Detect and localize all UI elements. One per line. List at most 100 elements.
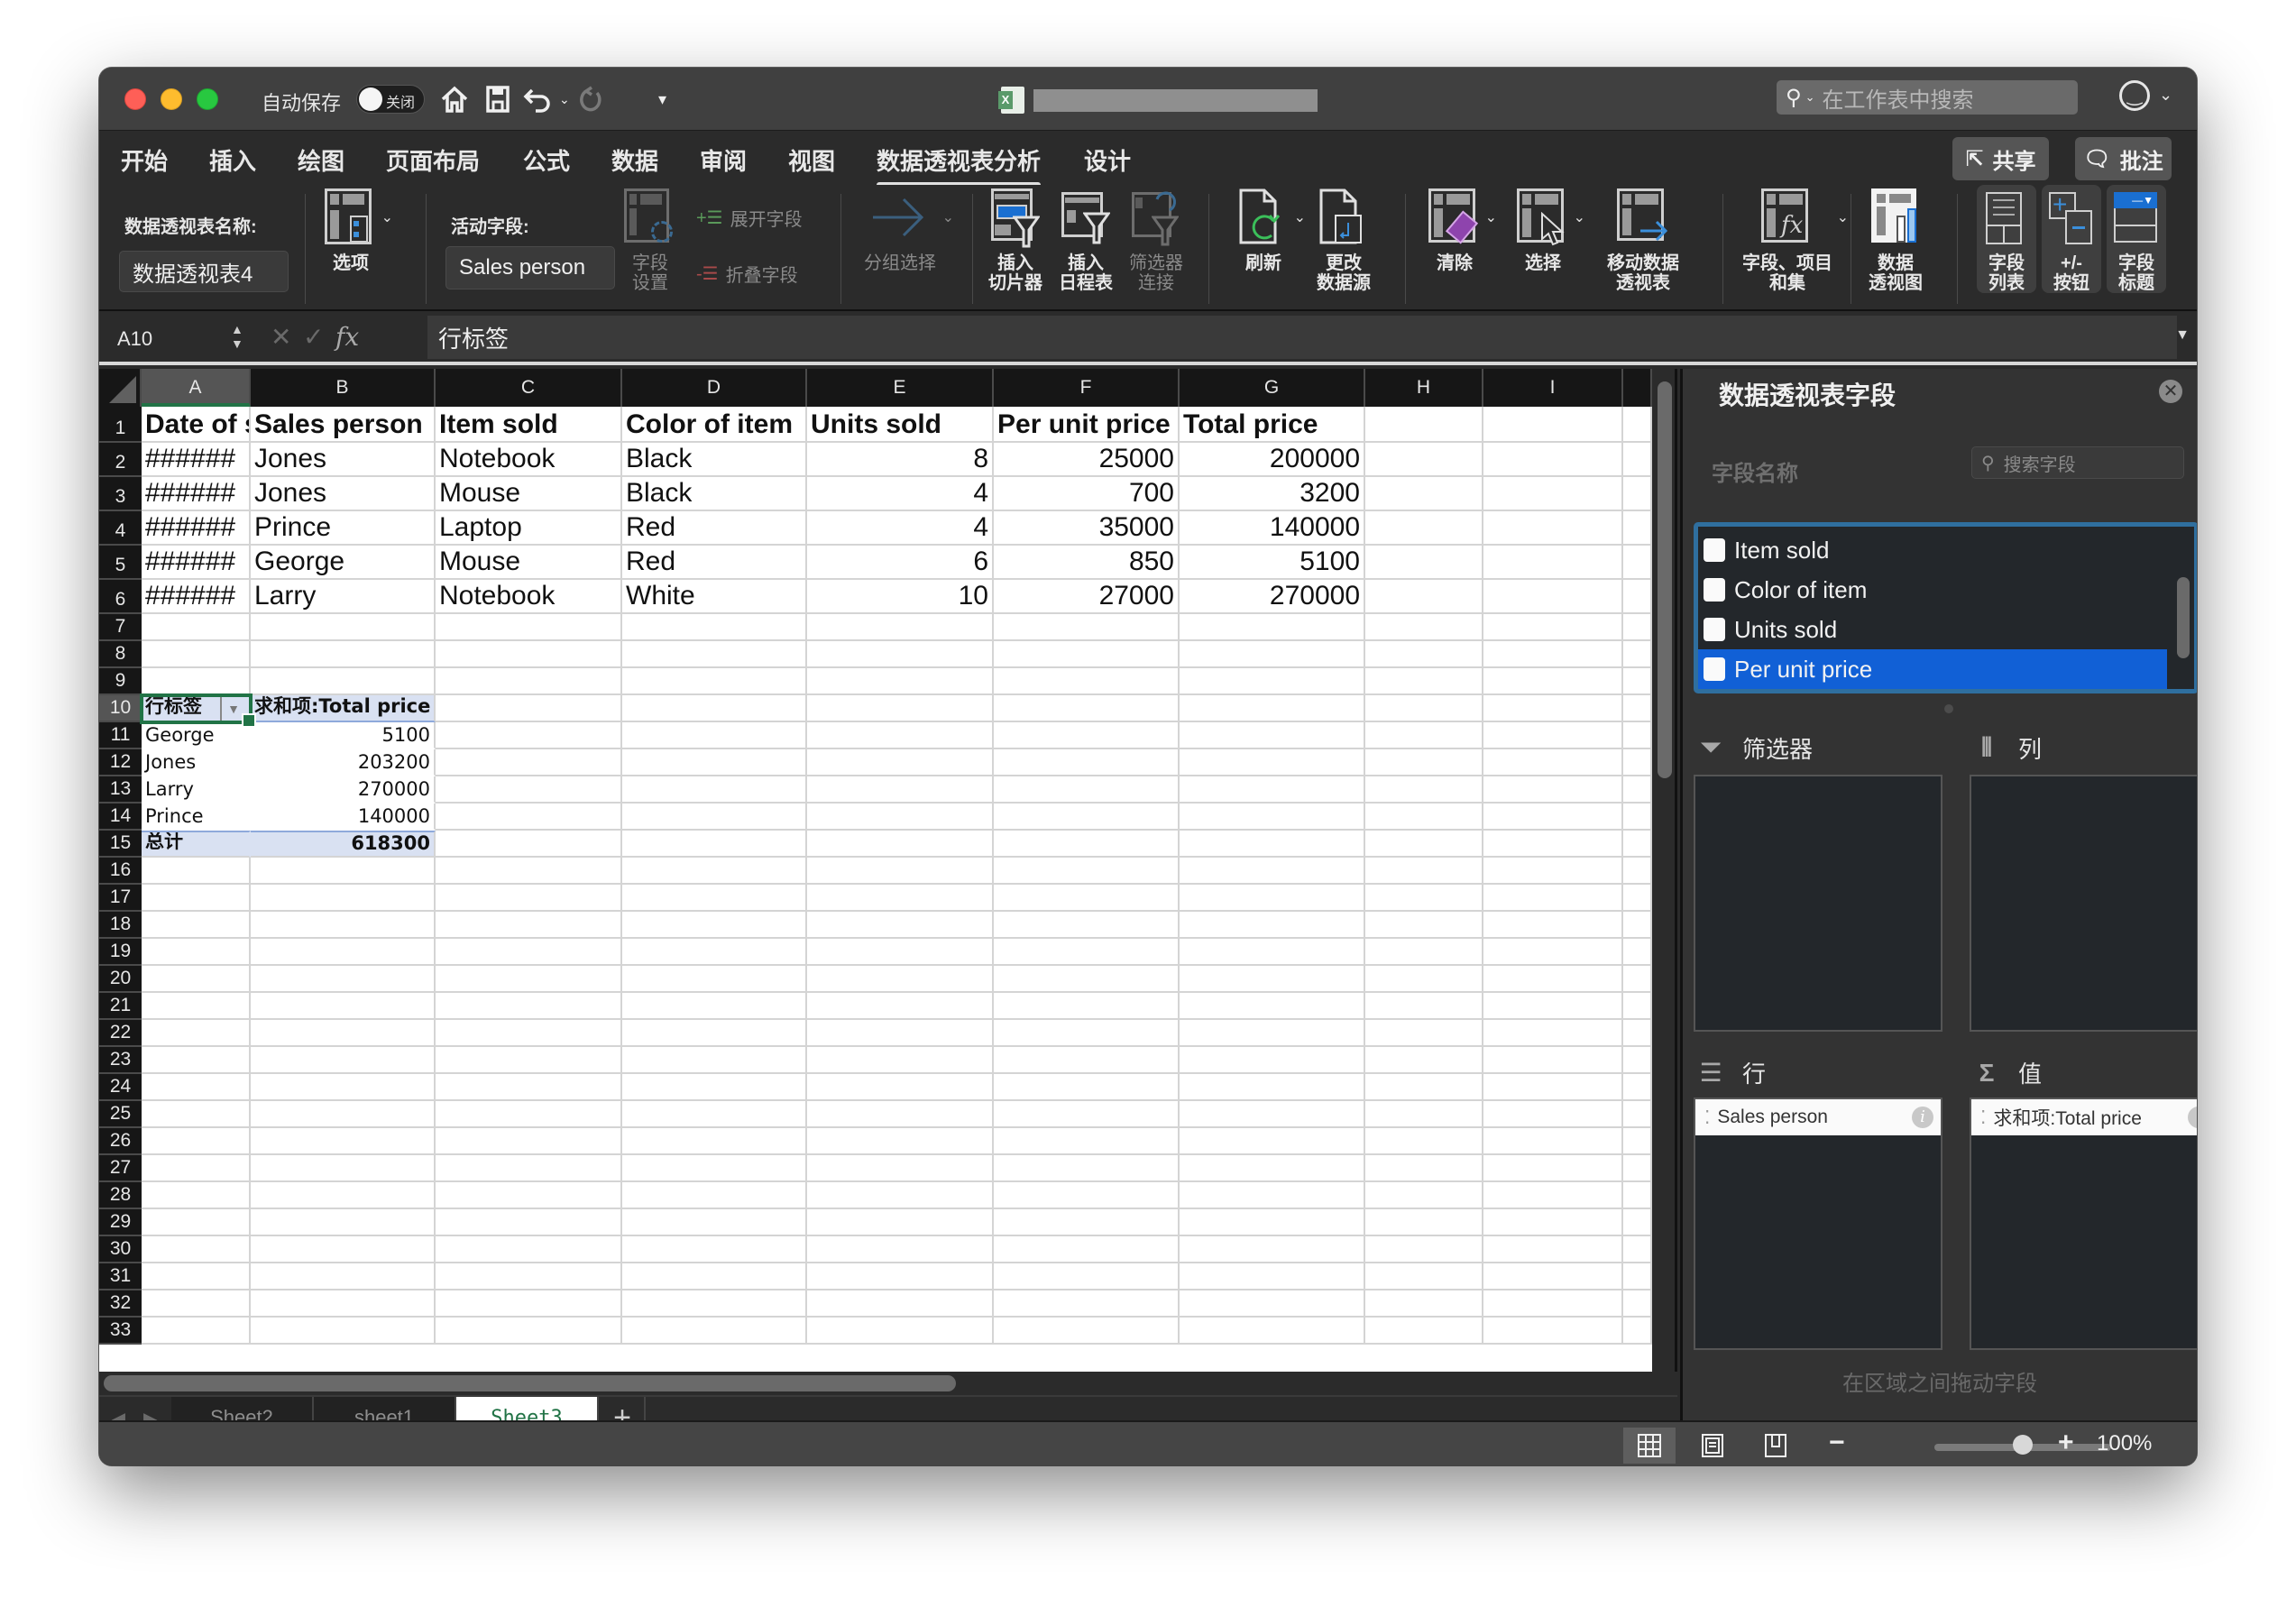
cell[interactable] — [1365, 1263, 1483, 1290]
cell[interactable] — [1623, 1290, 1652, 1318]
row-header-7[interactable]: 7 — [99, 614, 142, 641]
clear-button[interactable]: ⌄ 清除 — [1428, 188, 1497, 273]
pivot-row-value[interactable]: 270000 — [251, 776, 436, 804]
cell[interactable] — [1623, 443, 1652, 477]
cell[interactable] — [1483, 804, 1623, 831]
cell[interactable] — [1180, 776, 1365, 804]
cell[interactable] — [1623, 939, 1652, 966]
table-data-cell[interactable]: 10 — [807, 580, 994, 614]
cell[interactable] — [142, 1318, 251, 1345]
cell[interactable] — [1483, 1290, 1623, 1318]
table-data-cell[interactable]: Black — [622, 443, 807, 477]
cell[interactable] — [1365, 1182, 1483, 1209]
tab-view[interactable]: 视图 — [788, 143, 835, 177]
field-checkbox[interactable] — [1704, 618, 1725, 641]
cell[interactable] — [1623, 695, 1652, 722]
cell[interactable] — [994, 1155, 1180, 1182]
rows-drop-zone[interactable]: ⁚ Sales person i — [1694, 1097, 1942, 1350]
values-field-chip[interactable]: ⁚ 求和项:Total price i — [1971, 1099, 2197, 1135]
cell[interactable] — [807, 1263, 994, 1290]
cell[interactable] — [1365, 966, 1483, 993]
cell[interactable] — [142, 885, 251, 912]
cell[interactable] — [807, 993, 994, 1020]
columns-drop-zone[interactable] — [1970, 775, 2197, 1032]
row-header-4[interactable]: 4 — [99, 511, 142, 546]
cell[interactable] — [1483, 1263, 1623, 1290]
row-header-3[interactable]: 3 — [99, 477, 142, 511]
cell[interactable] — [622, 1020, 807, 1047]
save-icon[interactable] — [485, 82, 510, 116]
row-header-11[interactable]: 11 — [99, 722, 142, 749]
cell[interactable] — [1365, 1236, 1483, 1263]
pivot-grand-total-value[interactable]: 618300 — [251, 831, 436, 858]
table-data-cell[interactable]: Laptop — [436, 511, 622, 546]
active-field-input[interactable]: Sales person — [445, 246, 615, 289]
row-header-14[interactable]: 14 — [99, 804, 142, 831]
cell[interactable] — [1180, 1020, 1365, 1047]
table-data-cell[interactable]: White — [622, 580, 807, 614]
cell[interactable] — [622, 885, 807, 912]
row-header-29[interactable]: 29 — [99, 1209, 142, 1236]
cell[interactable] — [994, 668, 1180, 695]
row-header-24[interactable]: 24 — [99, 1074, 142, 1101]
vertical-scrollbar[interactable] — [1652, 369, 1677, 1372]
cell[interactable] — [251, 1263, 436, 1290]
cell[interactable] — [436, 993, 622, 1020]
cell[interactable] — [1365, 614, 1483, 641]
pivot-row-value[interactable]: 203200 — [251, 749, 436, 776]
row-header-9[interactable]: 9 — [99, 668, 142, 695]
cell[interactable] — [622, 912, 807, 939]
cell[interactable] — [807, 722, 994, 749]
cell[interactable] — [142, 1263, 251, 1290]
cell[interactable] — [622, 1182, 807, 1209]
cell[interactable] — [1180, 1128, 1365, 1155]
cell[interactable] — [1180, 993, 1365, 1020]
cell[interactable] — [1365, 912, 1483, 939]
cell[interactable] — [1365, 1318, 1483, 1345]
row-header-13[interactable]: 13 — [99, 776, 142, 804]
pivot-filter-dropdown-icon[interactable]: ▼ — [220, 697, 245, 721]
cell[interactable] — [994, 749, 1180, 776]
cell[interactable] — [436, 885, 622, 912]
cell[interactable] — [807, 1020, 994, 1047]
cell[interactable] — [1483, 1155, 1623, 1182]
cell[interactable] — [1365, 776, 1483, 804]
cell[interactable] — [622, 1047, 807, 1074]
cell[interactable] — [1365, 477, 1483, 511]
cell[interactable] — [994, 804, 1180, 831]
cell[interactable] — [622, 776, 807, 804]
cell[interactable] — [807, 1074, 994, 1101]
table-data-cell[interactable]: 5100 — [1180, 546, 1365, 580]
table-header-cell[interactable]: Date of s — [142, 407, 251, 443]
cell[interactable] — [994, 858, 1180, 885]
cell[interactable] — [436, 776, 622, 804]
row-header-33[interactable]: 33 — [99, 1318, 142, 1345]
cell[interactable] — [436, 831, 622, 858]
cell[interactable] — [1623, 1020, 1652, 1047]
cell[interactable] — [1623, 1236, 1652, 1263]
horizontal-scrollbar[interactable] — [99, 1372, 1677, 1395]
field-checkbox[interactable] — [1704, 578, 1725, 602]
cell[interactable] — [1483, 614, 1623, 641]
cell[interactable] — [142, 1182, 251, 1209]
cell[interactable] — [251, 1155, 436, 1182]
cell[interactable] — [142, 1020, 251, 1047]
share-button[interactable]: ⇱ 共享 — [1952, 137, 2049, 180]
cell[interactable] — [251, 668, 436, 695]
cell[interactable] — [251, 885, 436, 912]
table-data-cell[interactable]: 25000 — [994, 443, 1180, 477]
cell[interactable] — [994, 1128, 1180, 1155]
cell[interactable] — [1365, 1074, 1483, 1101]
row-header-1[interactable]: 1 — [99, 407, 142, 443]
cell[interactable] — [622, 1318, 807, 1345]
row-header-17[interactable]: 17 — [99, 885, 142, 912]
table-data-cell[interactable]: Larry — [251, 580, 436, 614]
cell[interactable] — [1180, 966, 1365, 993]
field-checkbox[interactable] — [1704, 657, 1725, 681]
cell[interactable] — [1483, 885, 1623, 912]
cell[interactable] — [436, 1182, 622, 1209]
name-box-stepper-icon[interactable]: ▲ ▼ — [231, 322, 243, 351]
info-icon[interactable]: i — [2188, 1107, 2197, 1128]
sheet-search-input[interactable]: ⚲ ⌄ 在工作表中搜索 — [1777, 80, 2078, 115]
cell[interactable] — [1180, 1236, 1365, 1263]
